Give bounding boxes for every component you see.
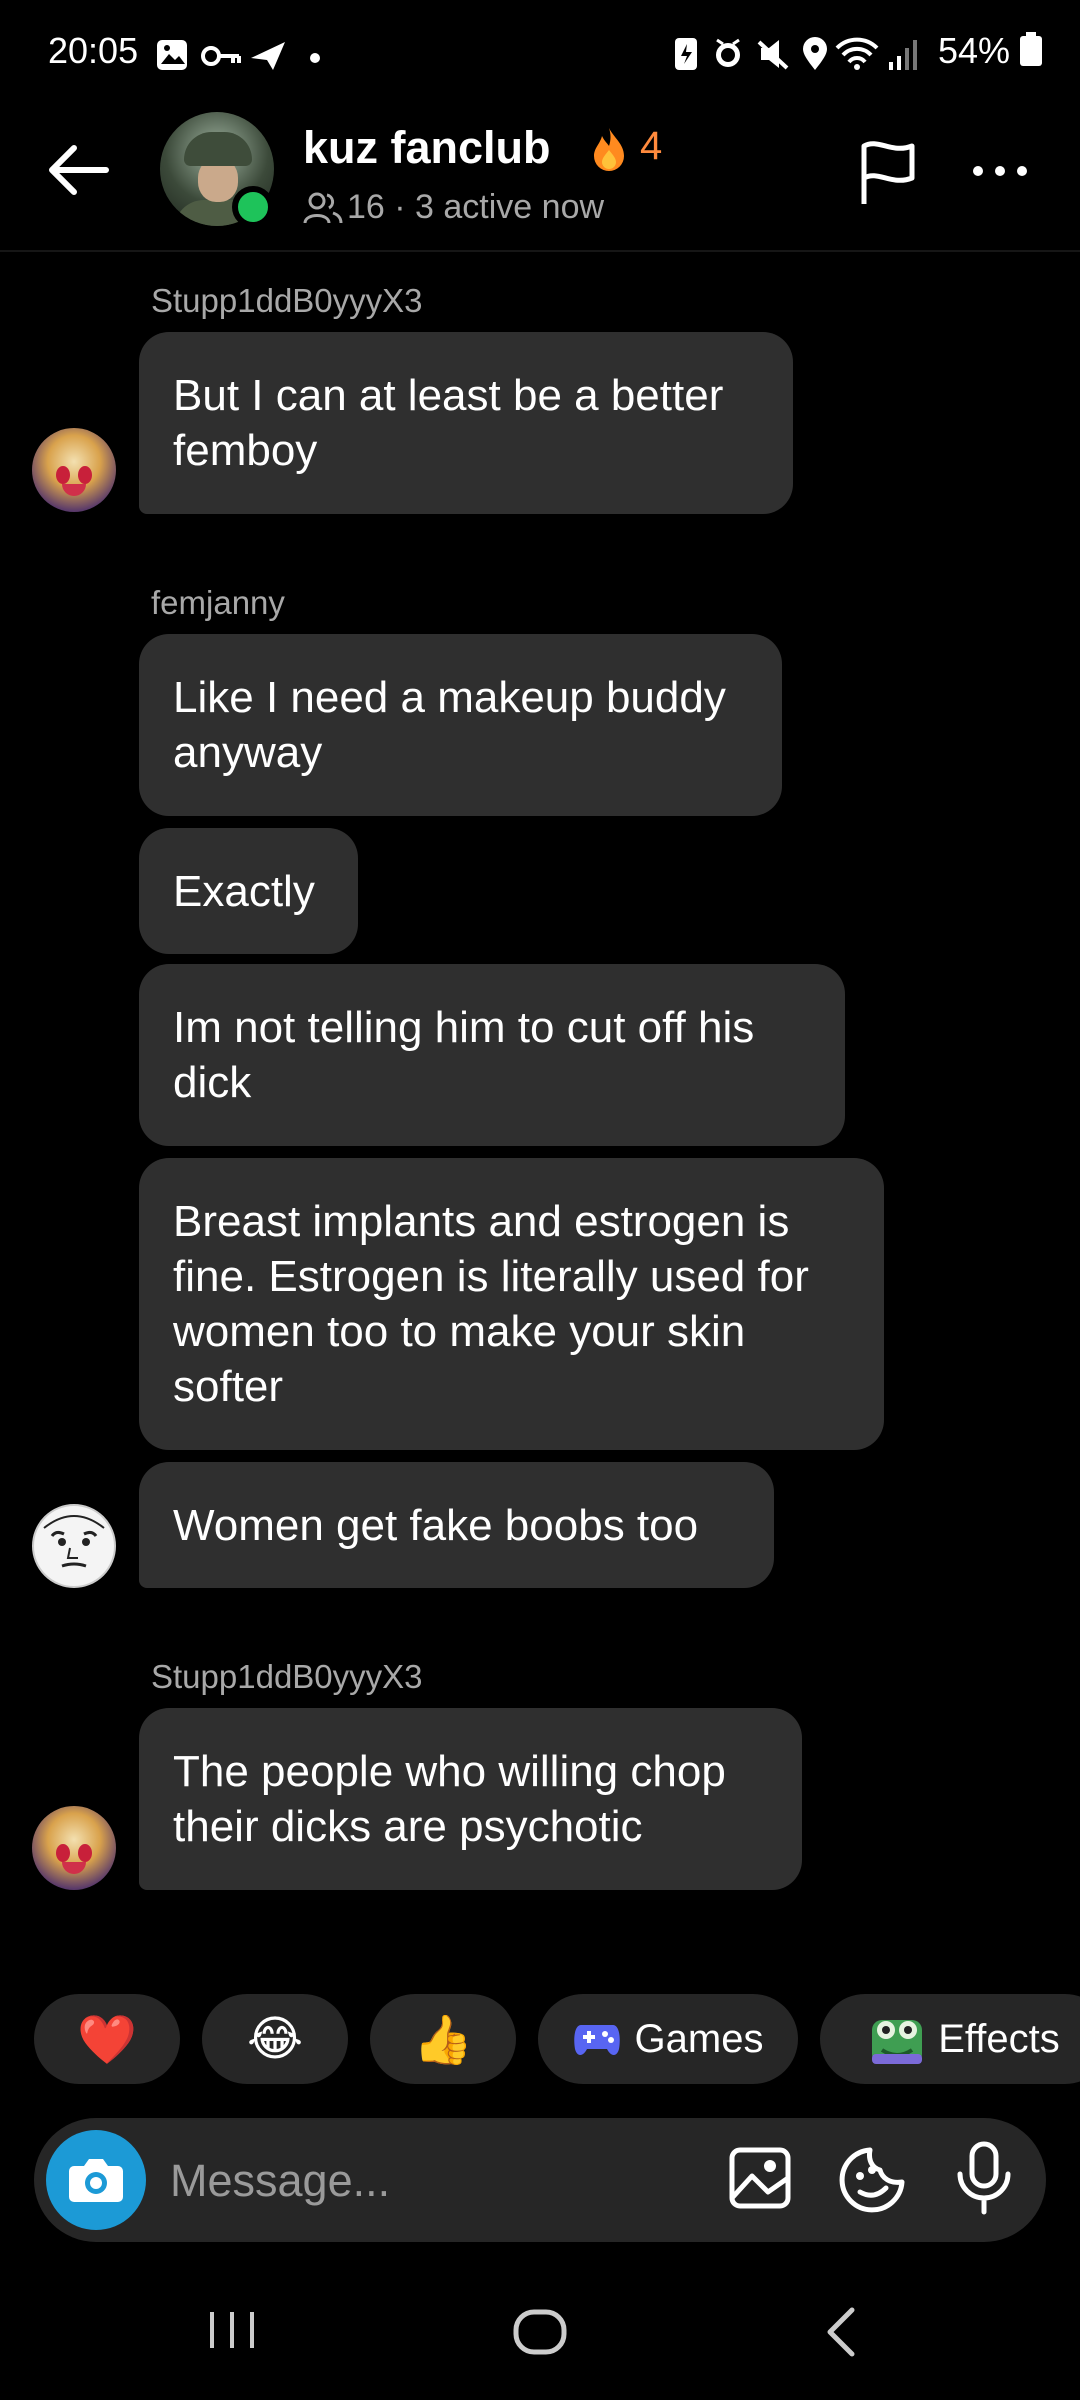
message-bubble[interactable]: Im not telling him to cut off his dick [139,964,845,1146]
message-text: Women get fake boobs too [173,1500,699,1550]
sender-name: Stupp1ddB0yyyX3 [151,1658,423,1695]
flag-icon[interactable] [858,140,918,206]
message-text: Like I need a makeup buddy anyway [173,673,726,777]
message-input[interactable] [168,2138,692,2224]
games-label: Games [634,2016,764,2061]
people-icon [303,192,343,224]
status-notification-icons [157,40,320,70]
games-button[interactable]: Games [538,1994,798,2084]
message-text: Im not telling him to cut off his dick [173,1003,755,1107]
gamepad-icon [573,2025,620,2055]
message-text: Breast implants and estrogen is fine. Es… [173,1197,809,1411]
group-name[interactable]: kuz fanclub [303,122,551,174]
message-text: But I can at least be a better femboy [173,371,724,475]
sender-avatar[interactable] [32,1806,116,1890]
laughing-face-icon: 😂 [246,2013,304,2066]
fire-icon [594,128,624,171]
thumbs-up-reaction-button[interactable]: 👍 [370,1994,516,2084]
effects-icon [872,2020,923,2064]
camera-button[interactable] [46,2130,146,2230]
message-bubble[interactable]: Like I need a makeup buddy anyway [139,634,782,816]
streak-count: 4 [640,124,663,168]
sender-name: femjanny [151,584,285,621]
heart-icon: ❤️ [77,2013,137,2067]
sender-avatar[interactable] [32,1504,116,1588]
nav-back-icon[interactable] [822,2306,858,2358]
status-time: 20:05 [48,30,139,71]
message-bubble[interactable]: The people who willing chop their dicks … [139,1708,802,1890]
back-arrow-icon[interactable] [42,140,112,200]
message-bubble[interactable]: Women get fake boobs too [139,1462,774,1588]
sender-avatar[interactable] [32,428,116,512]
battery-percent: 54% [938,30,1011,71]
microphone-icon[interactable] [954,2140,1014,2216]
message-text: Exactly [173,866,315,916]
status-system-icons [675,37,917,70]
recent-apps-icon[interactable] [206,2308,258,2352]
home-icon[interactable] [510,2308,570,2356]
message-bubble[interactable]: Breast implants and estrogen is fine. Es… [139,1158,884,1450]
message-text: The people who willing chop their dicks … [173,1747,726,1851]
sticker-icon[interactable] [838,2146,906,2214]
message-bubble[interactable]: But I can at least be a better femboy [139,332,793,514]
gallery-icon[interactable] [728,2146,792,2210]
sender-name: Stupp1ddB0yyyX3 [151,282,423,319]
camera-icon [69,2159,123,2202]
message-bubble[interactable]: Exactly [139,828,358,954]
wojak-face-icon [43,1515,105,1568]
thumbs-up-icon: 👍 [413,2013,473,2067]
more-options-icon[interactable] [970,160,1030,182]
battery-level: 54% [938,30,1043,72]
header-divider [0,250,1080,252]
battery-icon [1020,32,1043,66]
online-indicator [232,186,274,228]
effects-button[interactable]: Effects [820,1994,1080,2084]
heart-reaction-button[interactable]: ❤️ [34,1994,180,2084]
member-info: 16 · 3 active now [347,188,605,226]
laugh-reaction-button[interactable]: 😂 [202,1994,348,2084]
effects-label: Effects [938,2016,1060,2061]
